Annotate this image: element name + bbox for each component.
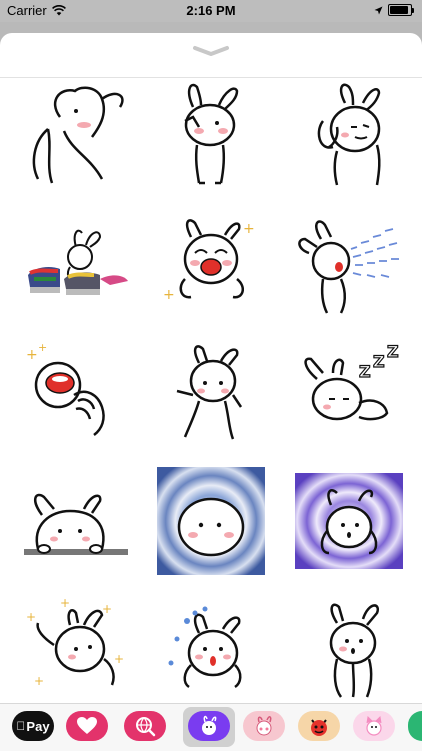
sticker-bunny-headache[interactable] (289, 81, 409, 193)
svg-text:+: + (60, 596, 70, 610)
status-bar: Carrier 2:16 PM (0, 0, 422, 22)
svg-text:Z: Z (373, 352, 385, 371)
svg-text:Z: Z (387, 342, 399, 361)
digital-touch-button[interactable] (66, 711, 108, 741)
sticker-bunny-sparkle-wave[interactable]: + + + + + (16, 593, 136, 703)
sticker-bunny-laundry-pile[interactable] (16, 209, 136, 321)
sticker-bunny-peeking-over-ledge[interactable] (16, 465, 136, 577)
status-right (374, 4, 414, 16)
location-icon (374, 6, 383, 14)
bunny-face-icon (202, 715, 217, 735)
sticker-bunny-sneezing[interactable] (289, 209, 409, 321)
pink-cat-icon (366, 715, 382, 736)
sticker-bunny-surprised[interactable] (151, 593, 271, 703)
chevron-down-icon[interactable] (191, 43, 231, 59)
apple-logo-icon:  (16, 719, 25, 733)
heart-touch-icon (77, 717, 97, 734)
pink-bunny-icon (256, 716, 272, 736)
pink-bunny-sticker-button[interactable] (243, 711, 285, 741)
devil-emoji-icon (311, 719, 327, 736)
sticker-bunny-dancing[interactable] (151, 337, 271, 449)
sticker-bunny-sleeping-zzz[interactable]: Z Z Z (289, 337, 409, 449)
svg-text:+: + (34, 674, 44, 688)
sticker-bunny-hand-over-eye[interactable] (16, 81, 136, 193)
image-search-button[interactable] (124, 711, 166, 741)
app-tray:  Pay (0, 703, 422, 751)
svg-text:+: + (26, 347, 38, 363)
sheet-divider (0, 77, 422, 78)
sticker-bunny-wave-salute[interactable] (151, 81, 271, 193)
svg-text:+: + (114, 652, 124, 666)
sticker-bunny-spiral-blue[interactable] (151, 465, 271, 577)
devil-sticker-button[interactable] (298, 711, 340, 741)
sticker-bunny-spiral-purple[interactable] (289, 465, 409, 577)
battery-icon (388, 4, 412, 16)
sticker-bunny-standing[interactable] (289, 593, 409, 703)
apple-pay-button[interactable]:  Pay (12, 711, 54, 741)
globe-search-icon (136, 717, 156, 737)
svg-text:+: + (26, 610, 36, 624)
svg-text:+: + (102, 602, 112, 616)
pink-cat-sticker-button[interactable] (353, 711, 395, 741)
green-app-button[interactable] (408, 711, 422, 741)
sticker-bunny-laughing[interactable]: + + (151, 209, 271, 321)
sticker-bunny-screaming-face[interactable]: + + (16, 337, 136, 449)
svg-text:Z: Z (359, 362, 371, 381)
apple-pay-label: Pay (21, 718, 49, 734)
battery-fill (390, 6, 408, 14)
svg-text:+: + (163, 287, 175, 303)
battery-cap (412, 7, 414, 13)
sticker-sheet: + + + + Z Z Z + + + + + (0, 33, 422, 703)
svg-text:+: + (38, 341, 47, 354)
svg-text:+: + (243, 221, 255, 237)
bunny-sticker-pack-button[interactable] (188, 711, 230, 741)
status-time: 2:16 PM (186, 3, 236, 18)
